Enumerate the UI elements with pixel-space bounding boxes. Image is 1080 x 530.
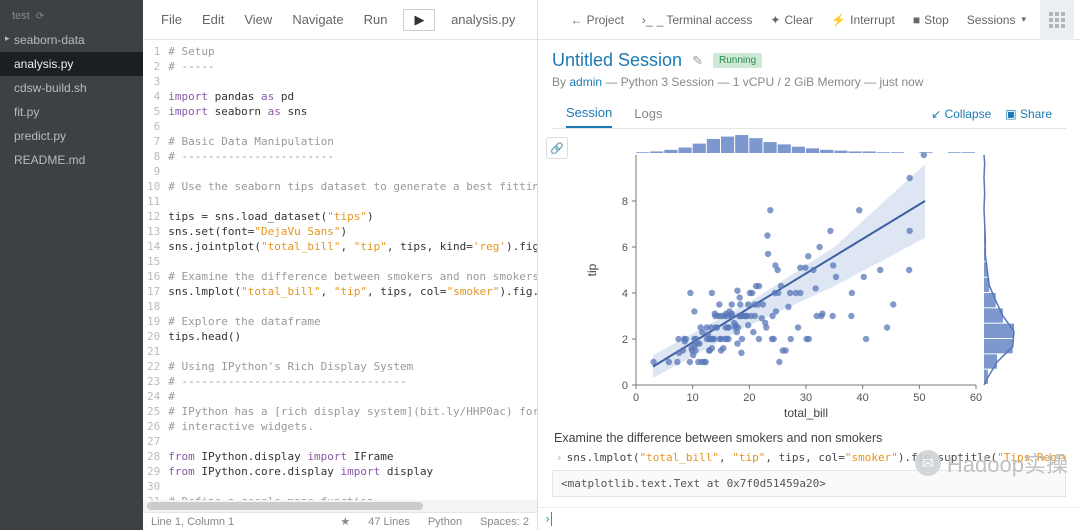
tab-session[interactable]: Session [566, 99, 612, 128]
refresh-icon[interactable]: ⟳ [36, 11, 44, 22]
editor-pane: File Edit View Navigate Run ▶ analysis.p… [143, 0, 538, 530]
eraser-icon: ✦ [770, 13, 780, 27]
back-icon: ← [571, 13, 583, 27]
status-badge: Running [713, 53, 762, 68]
svg-text:0: 0 [633, 392, 639, 404]
file-seaborn-data[interactable]: seaborn-data [0, 28, 143, 52]
tab-logs[interactable]: Logs [634, 100, 662, 127]
session-toolbar: ←Project ›__ Terminal access ✦Clear ⚡Int… [538, 0, 1080, 40]
jointplot-chart: 0 10 20 30 40 50 60 0 2 4 6 8 total_bill tip [576, 135, 1046, 425]
project-label: test ⟳ [0, 0, 143, 28]
result-text: <matplotlib.text.Text at 0x7f0d51459a20> [552, 470, 1066, 497]
session-subtitle: By admin — Python 3 Session — 1 vCPU / 2… [552, 75, 1066, 89]
run-button[interactable]: ▶ [403, 9, 435, 31]
chevron-down-icon: ▾ [1021, 14, 1026, 25]
svg-text:20: 20 [743, 392, 755, 404]
share-icon: ▣ [1005, 107, 1016, 121]
cursor-pos: Line 1, Column 1 [151, 516, 234, 528]
svg-text:50: 50 [913, 392, 925, 404]
svg-text:10: 10 [687, 392, 699, 404]
svg-text:40: 40 [857, 392, 869, 404]
project-link[interactable]: ←Project [563, 9, 632, 31]
svg-text:4: 4 [622, 288, 628, 300]
menu-view[interactable]: View [236, 8, 280, 31]
svg-text:30: 30 [800, 392, 812, 404]
collapse-icon: ↙ [931, 107, 941, 121]
stop-button[interactable]: ■Stop [905, 9, 957, 31]
indent-mode[interactable]: Spaces: 2 [480, 516, 529, 528]
file-fit-py[interactable]: fit.py [0, 100, 143, 124]
interrupt-button[interactable]: ⚡Interrupt [823, 9, 903, 31]
grid-apps-icon[interactable] [1040, 0, 1074, 40]
menu-edit[interactable]: Edit [194, 8, 232, 31]
menu-file[interactable]: File [153, 8, 190, 31]
bolt-icon: ⚡ [831, 13, 846, 27]
input-prompt[interactable]: › [538, 507, 1080, 530]
output-caption: Examine the difference between smokers a… [554, 431, 1064, 445]
menu-run[interactable]: Run [356, 8, 396, 31]
sessions-dropdown[interactable]: Sessions▾ [959, 9, 1034, 31]
editor-menu-bar: File Edit View Navigate Run ▶ analysis.p… [143, 0, 537, 40]
session-pane: ←Project ›__ Terminal access ✦Clear ⚡Int… [538, 0, 1080, 530]
collapse-button[interactable]: ↙ Collapse [931, 107, 991, 121]
code-editor[interactable]: 1234567891011121314151617181920212223242… [143, 40, 537, 500]
svg-text:0: 0 [622, 380, 628, 392]
file-sidebar: test ⟳ seaborn-dataanalysis.pycdsw-build… [0, 0, 143, 530]
open-filename: analysis.py [439, 12, 527, 27]
edit-title-icon[interactable]: ✎ [692, 53, 703, 69]
line-count: 47 Lines [368, 516, 410, 528]
terminal-icon: ›_ [642, 13, 653, 27]
session-output: 🔗 0 10 20 30 40 50 60 0 2 4 6 8 total_bill tip Examin… [538, 129, 1080, 507]
permalink-icon[interactable]: 🔗 [546, 137, 568, 159]
file-predict-py[interactable]: predict.py [0, 124, 143, 148]
svg-text:total_bill: total_bill [784, 406, 828, 420]
svg-text:2: 2 [622, 334, 628, 346]
star-icon: ★ [340, 515, 350, 528]
file-analysis-py[interactable]: analysis.py [0, 52, 143, 76]
svg-text:60: 60 [970, 392, 982, 404]
file-README-md[interactable]: README.md [0, 148, 143, 172]
svg-text:8: 8 [622, 196, 628, 208]
executed-code: ›sns.lmplot("total_bill", "tip", tips, c… [552, 449, 1066, 466]
language-mode[interactable]: Python [428, 516, 462, 528]
svg-text:6: 6 [622, 242, 628, 254]
svg-text:tip: tip [585, 263, 599, 276]
session-title: Untitled Session [552, 50, 682, 71]
file-cdsw-build-sh[interactable]: cdsw-build.sh [0, 76, 143, 100]
editor-status-bar: Line 1, Column 1 ★ 47 Lines Python Space… [143, 512, 537, 530]
user-link[interactable]: admin [569, 75, 602, 89]
menu-navigate[interactable]: Navigate [284, 8, 351, 31]
editor-hscroll[interactable] [143, 500, 537, 512]
prompt-icon: › [556, 451, 563, 464]
stop-icon: ■ [913, 13, 920, 27]
share-button[interactable]: ▣ Share [1005, 107, 1052, 121]
clear-button[interactable]: ✦Clear [762, 9, 821, 31]
terminal-access-button[interactable]: ›__ Terminal access [634, 9, 761, 31]
